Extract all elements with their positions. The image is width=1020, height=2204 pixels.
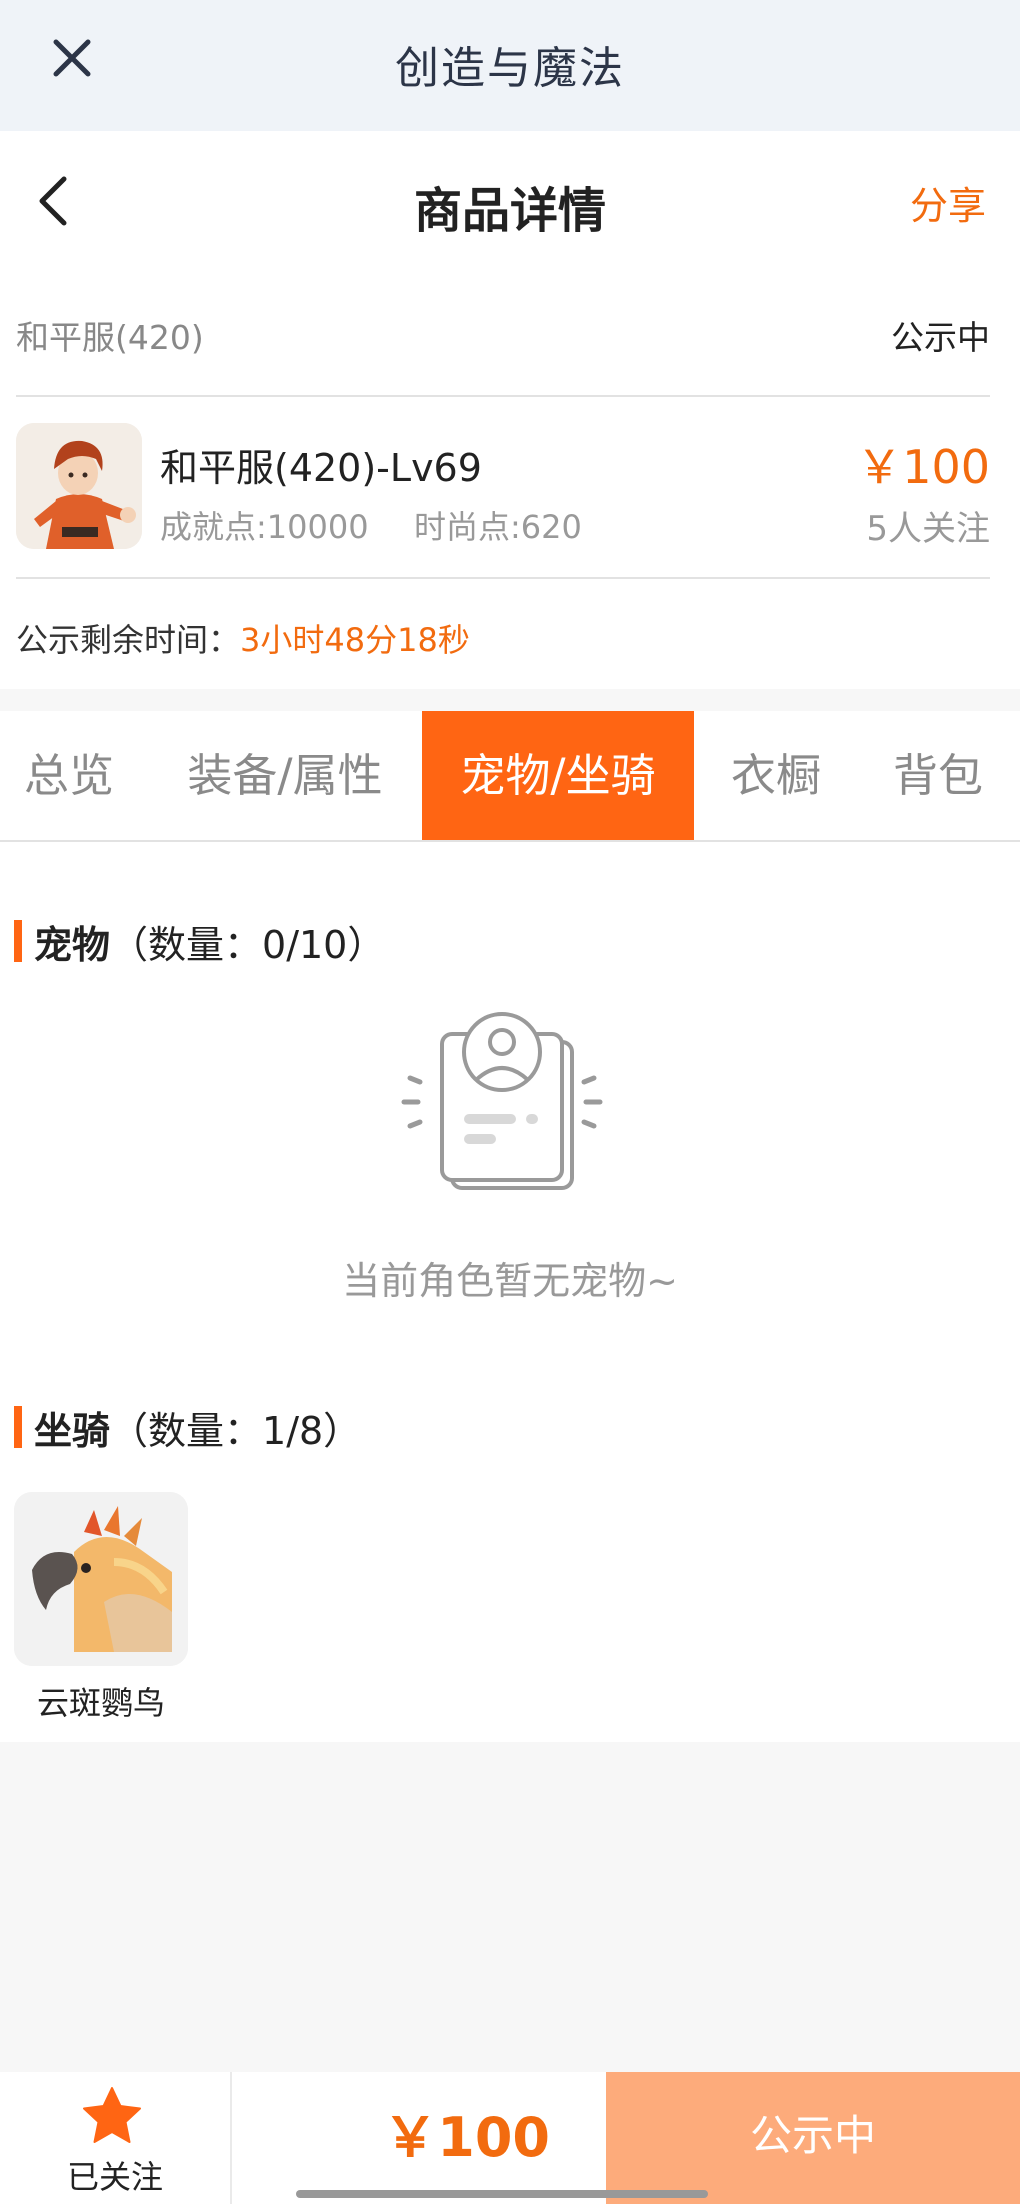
app-title-bar: 创造与魔法 xyxy=(0,0,1020,131)
share-button[interactable]: 分享 xyxy=(910,175,986,230)
server-name: 和平服(420) xyxy=(16,318,204,357)
pets-empty-message: 当前角色暂无宠物~ xyxy=(342,1259,678,1303)
pets-count: （数量：0/10） xyxy=(110,923,386,967)
fashion-points: 时尚点:620 xyxy=(414,508,582,546)
item-price: ￥100 xyxy=(856,440,990,494)
remaining-time-value: 3小时48分18秒 xyxy=(240,621,470,659)
home-indicator xyxy=(296,2190,708,2198)
character-name: 和平服(420)-Lv69 xyxy=(160,446,482,490)
divider xyxy=(16,577,990,579)
divider xyxy=(16,395,990,397)
remaining-time: 公示剩余时间：3小时48分18秒 xyxy=(16,615,470,661)
mount-name: 云斑鹦鸟 xyxy=(36,1684,165,1722)
tab-backpack[interactable]: 背包 xyxy=(868,711,1008,840)
tab-equipment[interactable]: 装备/属性 xyxy=(160,711,410,840)
mount-card[interactable]: 云斑鹦鸟 xyxy=(14,1492,188,1724)
empty-profile-icon xyxy=(401,1012,603,1190)
mount-image xyxy=(14,1492,188,1666)
nav-bar: 商品详情 分享 xyxy=(0,131,1020,271)
publicity-status-button[interactable]: 公示中 xyxy=(606,2072,1020,2204)
pets-title: 宠物 xyxy=(34,923,111,967)
listing-status: 公示中 xyxy=(891,318,990,357)
bottom-action-bar: 已关注 ￥100 公示中 xyxy=(0,2072,1020,2204)
pets-section-title: 宠物（数量：0/10） xyxy=(14,914,385,969)
follow-label: 已关注 xyxy=(66,2158,163,2196)
item-info-card: 和平服(420) 公示中 和平服(420)-Lv69 成就点:10000 时尚点… xyxy=(0,271,1020,689)
achievement-points: 成就点:10000 xyxy=(160,508,369,546)
pets-mounts-panel: 宠物（数量：0/10） 当前角色暂无宠物~ 坐骑（数量：1/8） 云斑鹦鸟 xyxy=(0,842,1020,1742)
footer-price: ￥100 xyxy=(383,2106,550,2169)
page-title: 商品详情 xyxy=(413,183,606,239)
tab-overview[interactable]: 总览 xyxy=(0,711,138,840)
character-avatar xyxy=(16,423,142,549)
app-title: 创造与魔法 xyxy=(395,43,625,94)
detail-tabs: 总览 装备/属性 宠物/坐骑 衣橱 背包 xyxy=(0,711,1020,842)
follow-button[interactable]: 已关注 xyxy=(0,2072,232,2204)
star-icon xyxy=(83,2087,141,2143)
remaining-time-label: 公示剩余时间： xyxy=(16,621,241,659)
mounts-title: 坐骑 xyxy=(34,1409,111,1453)
mounts-count: （数量：1/8） xyxy=(110,1409,362,1453)
watcher-count: 5人关注 xyxy=(866,509,990,549)
tab-wardrobe[interactable]: 衣橱 xyxy=(706,711,846,840)
mounts-section-title: 坐骑（数量：1/8） xyxy=(14,1400,361,1455)
tab-pets-mounts[interactable]: 宠物/坐骑 xyxy=(422,711,694,840)
